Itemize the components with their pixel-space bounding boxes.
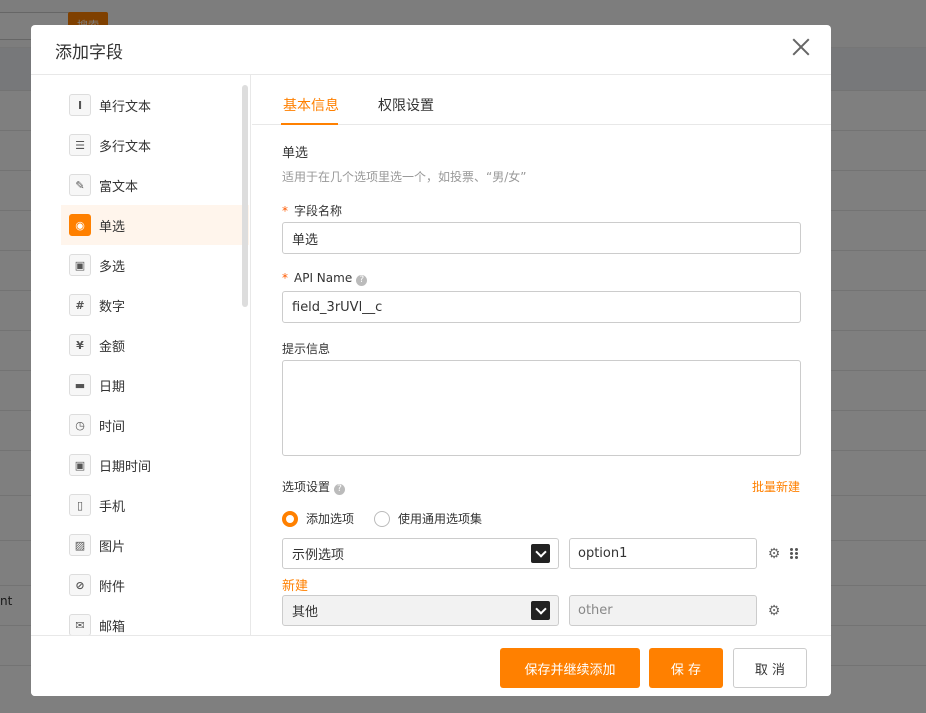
attachment-icon: ⊘ xyxy=(69,574,91,596)
field-type-label: 日期 xyxy=(99,379,126,395)
field-type-label: 多选 xyxy=(99,259,126,275)
field-type-item[interactable]: ◷ 时间 xyxy=(61,405,249,445)
field-type-label: 邮箱 xyxy=(99,619,126,635)
date-icon: ▬ xyxy=(69,374,91,396)
field-type-item[interactable]: ▯ 手机 xyxy=(61,485,249,525)
email-icon: ✉ xyxy=(69,614,91,635)
gear-icon[interactable]: ⚙ xyxy=(767,604,781,618)
clock-icon: ◷ xyxy=(69,414,91,436)
help-icon[interactable]: ? xyxy=(334,484,346,495)
api-name-label-text: API Name xyxy=(294,271,353,285)
option-label-select[interactable]: 示例选项 xyxy=(282,538,559,569)
currency-icon: ¥ xyxy=(69,334,91,356)
api-name-input[interactable] xyxy=(282,291,801,323)
field-type-item[interactable]: ▨ 图片 xyxy=(61,525,249,565)
number-icon: # xyxy=(69,294,91,316)
field-type-label: 图片 xyxy=(99,539,126,555)
api-name-label: * API Name? xyxy=(282,271,368,286)
radio-common-option-set-label[interactable]: 使用通用选项集 xyxy=(398,510,482,527)
radio-common-option-set[interactable] xyxy=(374,510,391,527)
field-name-label-text: 字段名称 xyxy=(294,204,343,218)
field-type-item[interactable]: ✉ 邮箱 xyxy=(61,605,249,635)
field-type-label: 单行文本 xyxy=(99,99,152,115)
field-type-item[interactable]: ⊘ 附件 xyxy=(61,565,249,605)
field-type-item[interactable]: ✎ 富文本 xyxy=(61,165,249,205)
phone-icon: ▯ xyxy=(69,494,91,516)
field-type-item[interactable]: ▣ 多选 xyxy=(61,245,249,285)
required-mark: * xyxy=(282,271,288,285)
new-option-link[interactable]: 新建 xyxy=(282,575,308,594)
hint-info-label: 提示信息 xyxy=(282,342,331,356)
field-type-item[interactable]: # 数字 xyxy=(61,285,249,325)
cancel-button[interactable]: 取 消 xyxy=(733,648,807,688)
field-type-item[interactable]: ☰ 多行文本 xyxy=(61,125,249,165)
field-type-label: 富文本 xyxy=(99,179,139,195)
options-settings-label-text: 选项设置 xyxy=(282,480,331,494)
tab-permission-settings[interactable]: 权限设置 xyxy=(378,95,434,115)
field-type-description: 适用于在几个选项里选一个，如投票、“男/女” xyxy=(282,170,527,184)
save-and-continue-button[interactable]: 保存并继续添加 xyxy=(500,648,640,688)
save-button[interactable]: 保 存 xyxy=(649,648,723,688)
field-type-label: 金额 xyxy=(99,339,126,355)
dialog-tabs: 基本信息 权限设置 xyxy=(252,75,831,125)
field-name-input[interactable] xyxy=(282,222,801,254)
chevron-down-icon[interactable] xyxy=(531,601,550,620)
close-icon[interactable] xyxy=(789,35,813,59)
required-mark: * xyxy=(282,204,288,218)
field-type-item[interactable]: ▬ 日期 xyxy=(61,365,249,405)
field-type-item[interactable]: ¥ 金额 xyxy=(61,325,249,365)
other-option-label: 其他 xyxy=(292,605,319,620)
field-list-scrollbar[interactable] xyxy=(242,85,248,307)
dialog-title: 添加字段 xyxy=(55,43,123,63)
drag-handle-icon[interactable] xyxy=(790,548,800,560)
other-option-select[interactable]: 其他 xyxy=(282,595,559,626)
field-name-label: * 字段名称 xyxy=(282,202,342,219)
options-settings-label: 选项设置? xyxy=(282,478,346,495)
field-type-label: 多行文本 xyxy=(99,139,152,155)
field-type-label: 单选 xyxy=(99,219,126,235)
add-field-dialog: 添加字段 I 单行文本 ☰ 多行文本 ✎ 富文本 ◉ 单选 ▣ 多选 # 数字 ¥ 金额 ▬ 日期 ◷ 时间 ▣ 日期… xyxy=(31,25,831,696)
multiline-icon: ☰ xyxy=(69,134,91,156)
field-type-item[interactable]: ◉ 单选 xyxy=(61,205,249,245)
dialog-header: 添加字段 xyxy=(31,25,831,75)
text-icon: I xyxy=(69,94,91,116)
rich-text-icon: ✎ xyxy=(69,174,91,196)
field-type-item[interactable]: I 单行文本 xyxy=(61,85,249,125)
field-type-label: 手机 xyxy=(99,499,126,515)
hint-info-textarea[interactable] xyxy=(282,360,801,456)
batch-create-link[interactable]: 批量新建 xyxy=(752,478,800,495)
help-icon[interactable]: ? xyxy=(356,275,368,286)
field-type-title: 单选 xyxy=(282,146,309,161)
option-label-text: 示例选项 xyxy=(292,548,345,563)
option-value-input[interactable] xyxy=(569,538,757,569)
checkbox-icon: ▣ xyxy=(69,254,91,276)
tab-basic-info[interactable]: 基本信息 xyxy=(283,95,339,115)
field-form: 单选 适用于在几个选项里选一个，如投票、“男/女” * 字段名称 * API Nam… xyxy=(282,125,802,635)
image-icon: ▨ xyxy=(69,534,91,556)
field-type-label: 附件 xyxy=(99,579,126,595)
radio-add-options[interactable] xyxy=(282,510,298,527)
field-type-label: 数字 xyxy=(99,299,126,315)
other-option-value-input[interactable] xyxy=(569,595,757,626)
field-type-label: 时间 xyxy=(99,419,126,435)
radio-add-options-label[interactable]: 添加选项 xyxy=(306,510,354,527)
field-type-label: 日期时间 xyxy=(99,459,152,475)
gear-icon[interactable]: ⚙ xyxy=(767,547,781,561)
dialog-footer: 保存并继续添加 保 存 取 消 xyxy=(31,635,831,696)
chevron-down-icon[interactable] xyxy=(531,544,550,563)
datetime-icon: ▣ xyxy=(69,454,91,476)
field-type-item[interactable]: ▣ 日期时间 xyxy=(61,445,249,485)
option-source-radio-group: 添加选项 使用通用选项集 xyxy=(282,510,502,527)
radio-icon: ◉ xyxy=(69,214,91,236)
field-type-list: I 单行文本 ☰ 多行文本 ✎ 富文本 ◉ 单选 ▣ 多选 # 数字 ¥ 金额 ▬ 日期 ◷ 时间 ▣ 日期时间 ▯ 手机… xyxy=(31,75,251,635)
